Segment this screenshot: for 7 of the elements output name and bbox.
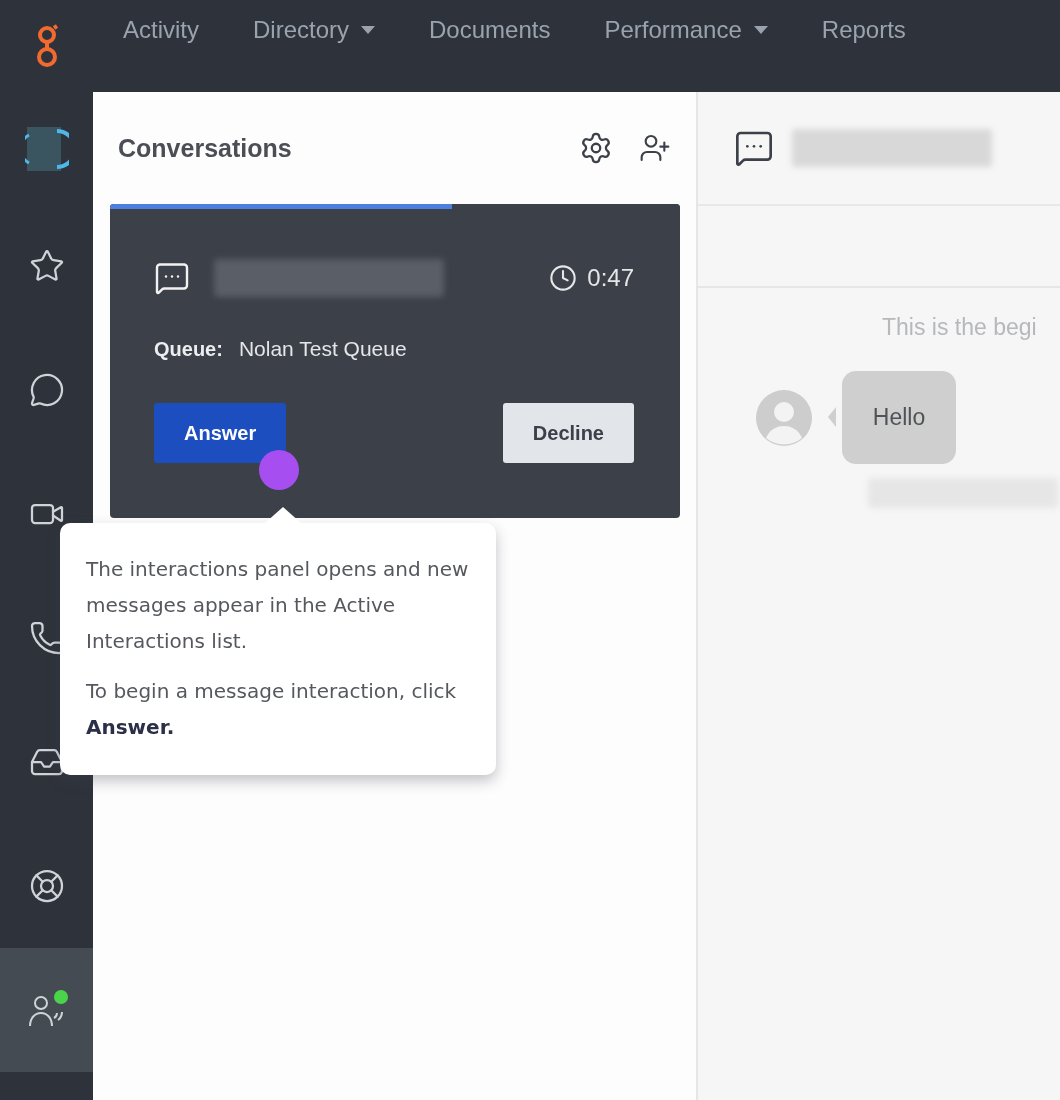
- timer-text: 0:47: [587, 264, 634, 292]
- tooltip-text: The interactions panel opens and new messages appear in the Active Interactions list.: [86, 556, 470, 655]
- tooltip-text: To begin a message interaction, click Answer.: [86, 678, 458, 741]
- queue-label: Queue:: [154, 337, 223, 361]
- queue-name: Nolan Test Queue: [238, 337, 407, 361]
- panel-title: Conversations: [118, 133, 293, 163]
- conversation-start-text: This is the begi: [882, 314, 1038, 341]
